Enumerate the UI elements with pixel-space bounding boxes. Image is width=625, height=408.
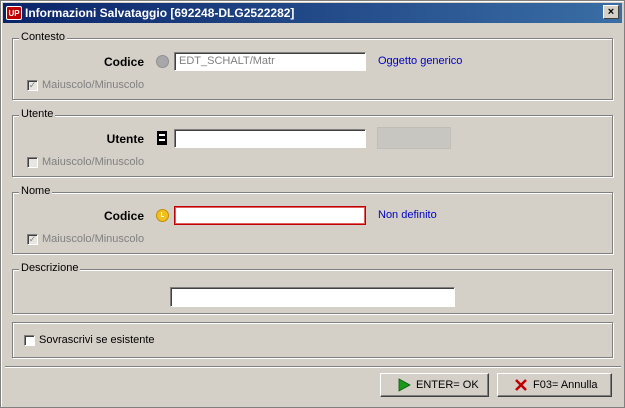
nome-codice-field[interactable] <box>174 206 366 225</box>
play-arrow-icon <box>398 378 411 392</box>
utente-case-checkbox[interactable] <box>27 157 38 168</box>
group-legend-descrizione: Descrizione <box>19 262 81 274</box>
contesto-codice-field[interactable]: EDT_SCHALT/Matr <box>174 52 366 71</box>
lookup-icon[interactable] <box>157 131 167 145</box>
group-descrizione: Descrizione <box>12 262 613 314</box>
title-bar[interactable]: UP Informazioni Salvataggio [692248-DLG2… <box>3 3 622 23</box>
contesto-codice-label: Codice <box>103 55 144 69</box>
close-button[interactable]: × <box>603 5 619 19</box>
group-legend-contesto: Contesto <box>19 31 68 43</box>
utente-case-label: Maiuscolo/Minuscolo <box>42 156 145 168</box>
cancel-button[interactable]: F03= Annulla <box>497 373 612 397</box>
overwrite-label[interactable]: Sovrascrivi se esistente <box>39 334 155 346</box>
contesto-case-label: Maiuscolo/Minuscolo <box>42 79 145 91</box>
nome-case-checkbox[interactable]: ✓ <box>27 234 38 245</box>
utente-description-box <box>377 127 451 149</box>
group-legend-utente: Utente <box>19 108 56 120</box>
cancel-x-icon <box>515 379 527 391</box>
group-legend-nome: Nome <box>19 185 53 197</box>
window-title: Informazioni Salvataggio [692248-DLG2522… <box>25 6 295 20</box>
app-logo-icon: UP <box>6 6 22 20</box>
contesto-hint: Oggetto generico <box>378 55 463 67</box>
descrizione-field[interactable] <box>170 287 455 307</box>
footer-separator <box>5 366 621 368</box>
group-contesto: Contesto Codice EDT_SCHALT/Matr Oggetto … <box>12 31 613 100</box>
ok-button-label: ENTER= OK <box>416 379 479 391</box>
contesto-case-checkbox[interactable]: ✓ <box>27 80 38 91</box>
group-utente: Utente Utente Maiuscolo/Minuscolo <box>12 108 613 177</box>
ok-button[interactable]: ENTER= OK <box>380 373 489 397</box>
dialog-window: UP Informazioni Salvataggio [692248-DLG2… <box>0 0 625 408</box>
nome-case-label: Maiuscolo/Minuscolo <box>42 233 145 245</box>
grey-circle-icon <box>156 55 169 68</box>
warning-circle-icon <box>156 209 169 222</box>
overwrite-checkbox[interactable] <box>24 335 35 346</box>
group-nome: Nome Codice Non definito ✓ Maiuscolo/Min… <box>12 185 613 254</box>
nome-hint: Non definito <box>378 209 437 221</box>
cancel-button-label: F03= Annulla <box>533 379 598 391</box>
nome-codice-label: Codice <box>103 209 144 223</box>
utente-field[interactable] <box>174 129 366 148</box>
group-overwrite: Sovrascrivi se esistente <box>12 322 613 358</box>
utente-label: Utente <box>106 132 144 146</box>
